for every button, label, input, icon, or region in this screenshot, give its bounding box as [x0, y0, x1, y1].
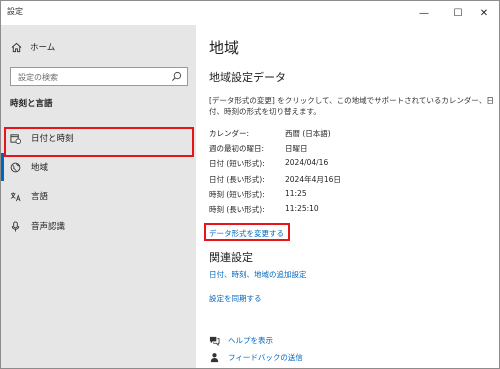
maximize-icon: ☐ [453, 7, 463, 19]
settings-search-input[interactable]: 設定の検索 [10, 67, 188, 86]
sidebar-item-language[interactable]: 言語 [10, 188, 48, 204]
format-value: 西暦 (日本語) [285, 129, 331, 138]
format-heading: 地域設定データ [209, 71, 286, 84]
format-table: カレンダー: 西暦 (日本語) 週の最初の曜日: 日曜日 日付 (短い形式): 202… [209, 128, 479, 219]
search-icon [171, 71, 182, 82]
sync-settings-link[interactable]: 設定を同期する [209, 293, 262, 304]
help-link-label: ヘルプを表示 [228, 335, 273, 345]
format-value: 2024年4月16日 [285, 174, 341, 184]
related-settings-heading: 関連設定 [209, 251, 253, 264]
close-button[interactable]: ✕ [467, 1, 499, 25]
minimize-icon: — [419, 7, 429, 19]
format-value: 11:25 [285, 188, 307, 198]
format-row: 週の最初の曜日: 日曜日 [209, 143, 479, 158]
format-row: カレンダー: 西暦 (日本語) [209, 128, 479, 143]
format-key: 日付 (長い形式): [209, 174, 265, 184]
format-description: [データ形式の変更] をクリックして、この地域でサポートされているカレンダー、日… [209, 96, 494, 116]
format-key: 週の最初の曜日: [209, 144, 265, 154]
feedback-icon [209, 352, 220, 363]
change-link-highlight-box [204, 223, 290, 241]
format-key: 日付 (短い形式): [209, 159, 265, 169]
additional-settings-link[interactable]: 日付、時刻、地域の追加設定 [209, 269, 307, 280]
format-key: 時刻 (長い形式): [209, 204, 265, 214]
globe-icon [10, 162, 21, 173]
settings-window: 設定 — ☐ ✕ ホーム 設定の検索 時刻と言語 日付と時刻 地域 言語 音声認… [0, 0, 500, 369]
format-value: 2024/04/16 [285, 158, 329, 168]
format-value: 日曜日 [285, 144, 308, 154]
format-value: 11:25:10 [285, 203, 319, 213]
sidebar: ホーム 設定の検索 時刻と言語 日付と時刻 地域 言語 音声認識 [1, 25, 196, 368]
chat-help-icon [209, 335, 220, 346]
format-row: 時刻 (長い形式): 11:25:10 [209, 204, 479, 219]
microphone-icon [10, 220, 21, 232]
selected-indicator [1, 153, 4, 181]
send-feedback-link[interactable]: フィードバックの送信 [209, 350, 303, 364]
home-label: ホーム [30, 43, 56, 53]
sidebar-item-region[interactable]: 地域 [10, 159, 48, 175]
format-key: 時刻 (短い形式): [209, 189, 265, 199]
language-icon [10, 191, 21, 202]
window-title: 設定 [7, 7, 23, 16]
format-row: 時刻 (短い形式): 11:25 [209, 189, 479, 204]
format-key: カレンダー: [209, 129, 250, 138]
sidebar-item-label: 音声認識 [31, 222, 66, 232]
minimize-button[interactable]: — [407, 1, 441, 25]
format-row: 日付 (長い形式): 2024年4月16日 [209, 174, 479, 189]
sidebar-item-speech[interactable]: 音声認識 [10, 218, 65, 234]
page-title: 地域 [209, 39, 240, 57]
title-bar: 設定 — ☐ ✕ [1, 1, 499, 25]
main-content: 地域 地域設定データ [データ形式の変更] をクリックして、この地域でサポートさ… [196, 25, 499, 368]
close-icon: ✕ [479, 7, 489, 19]
search-placeholder: 設定の検索 [18, 73, 58, 82]
sidebar-item-label: 地域 [31, 163, 49, 173]
format-row: 日付 (短い形式): 2024/04/16 [209, 158, 479, 173]
get-help-link[interactable]: ヘルプを表示 [209, 333, 273, 347]
home-icon [11, 42, 22, 53]
feedback-link-label: フィードバックの送信 [228, 352, 303, 362]
region-highlight-box [4, 127, 194, 157]
sidebar-item-label: 言語 [31, 192, 49, 202]
sidebar-section-title: 時刻と言語 [10, 99, 53, 109]
home-nav-item[interactable]: ホーム [11, 40, 55, 54]
